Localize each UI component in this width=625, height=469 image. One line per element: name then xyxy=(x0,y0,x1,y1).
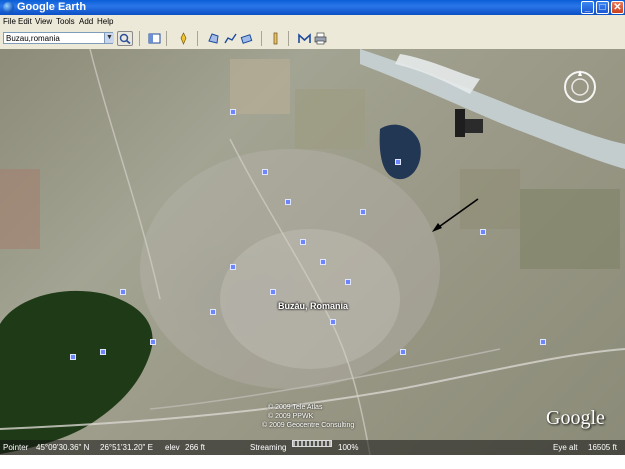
close-button[interactable]: ✕ xyxy=(611,1,624,14)
toolbar-separator xyxy=(166,31,167,46)
photo-pin[interactable] xyxy=(100,349,106,355)
eye-altitude-value: 16505 ft xyxy=(588,443,617,452)
toolbar-separator xyxy=(261,31,262,46)
pointer-longitude: 26°51'31.20" E xyxy=(100,443,153,452)
elevation-label: elev xyxy=(165,443,180,452)
toolbar-separator xyxy=(288,31,289,46)
map-view[interactable]: Buzău, Romania © 2009 Tele Atlas © 2009 … xyxy=(0,49,625,455)
pointer-label: Pointer xyxy=(3,443,29,452)
window-title: Google Earth xyxy=(17,1,87,13)
photo-pin[interactable] xyxy=(285,199,291,205)
photo-pin[interactable] xyxy=(400,349,406,355)
photo-pin[interactable] xyxy=(360,209,366,215)
polygon-icon[interactable] xyxy=(207,32,220,45)
menu-edit[interactable]: Edit xyxy=(18,15,32,28)
photo-pin[interactable] xyxy=(262,169,268,175)
compass-icon[interactable] xyxy=(563,70,597,104)
menu-tools[interactable]: Tools xyxy=(56,15,75,28)
overlay-icon[interactable] xyxy=(240,32,253,45)
maximize-button[interactable]: □ xyxy=(596,1,609,14)
copyright-2: © 2009 PPWK xyxy=(268,413,314,420)
search-input[interactable]: Buzau,romania xyxy=(3,32,113,44)
menu-bar: File Edit View Tools Add Help xyxy=(0,15,625,28)
copyright-1: © 2009 Tele Atlas xyxy=(268,404,323,411)
photo-pin[interactable] xyxy=(345,279,351,285)
streaming-label: Streaming xyxy=(250,443,287,452)
ruler-icon[interactable] xyxy=(269,32,282,45)
elevation-value: 266 ft xyxy=(185,443,206,452)
title-bar[interactable]: Google Earth _ □ ✕ xyxy=(0,0,625,15)
print-icon[interactable] xyxy=(314,32,327,45)
placemark-icon[interactable] xyxy=(177,32,190,45)
photo-pin[interactable] xyxy=(150,339,156,345)
photo-pin[interactable] xyxy=(210,309,216,315)
photo-pin[interactable] xyxy=(480,229,486,235)
copyright-3: © 2009 Geocentre Consulting xyxy=(262,422,355,429)
photo-pin[interactable] xyxy=(330,319,336,325)
photo-pin[interactable] xyxy=(230,109,236,115)
menu-file[interactable]: File xyxy=(3,15,16,28)
google-logo: Google xyxy=(546,407,605,429)
menu-help[interactable]: Help xyxy=(97,15,113,28)
toolbar-separator xyxy=(197,31,198,46)
toolbar-separator xyxy=(139,31,140,46)
toolbar: Buzau,romania ▼ xyxy=(0,28,625,50)
arrow-annotation-icon xyxy=(432,198,479,232)
city-label[interactable]: Buzău, Romania xyxy=(278,301,348,311)
path-icon[interactable] xyxy=(224,32,237,45)
email-icon[interactable] xyxy=(298,32,311,45)
photo-pin[interactable] xyxy=(270,289,276,295)
google-earth-icon xyxy=(3,2,14,13)
photo-pin[interactable] xyxy=(320,259,326,265)
streaming-percent: 100% xyxy=(338,443,359,452)
satellite-imagery xyxy=(0,49,625,455)
search-button[interactable] xyxy=(117,31,133,46)
photo-pin[interactable] xyxy=(395,159,401,165)
menu-add[interactable]: Add xyxy=(79,15,93,28)
streaming-progress xyxy=(292,440,332,447)
photo-pin[interactable] xyxy=(300,239,306,245)
photo-pin[interactable] xyxy=(120,289,126,295)
minimize-button[interactable]: _ xyxy=(581,1,594,14)
photo-pin[interactable] xyxy=(540,339,546,345)
eye-altitude-label: Eye alt xyxy=(553,443,578,452)
chevron-down-icon[interactable]: ▼ xyxy=(104,33,114,43)
sidebar-icon[interactable] xyxy=(148,32,161,45)
photo-pin[interactable] xyxy=(230,264,236,270)
menu-view[interactable]: View xyxy=(35,15,52,28)
photo-pin[interactable] xyxy=(70,354,76,360)
status-bar: Pointer 45°09'30.36" N 26°51'31.20" E el… xyxy=(0,440,625,455)
search-icon xyxy=(119,33,131,45)
google-earth-window: Google Earth _ □ ✕ File Edit View Tools … xyxy=(0,0,625,455)
pointer-latitude: 45°09'30.36" N xyxy=(36,443,90,452)
